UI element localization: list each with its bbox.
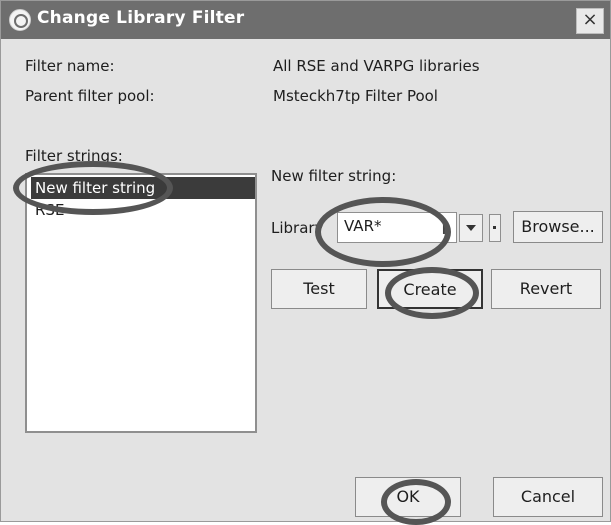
library-label: Library bbox=[271, 219, 324, 237]
dialog-icon bbox=[9, 9, 31, 31]
library-input-value: VAR* bbox=[344, 217, 382, 235]
browse-button[interactable]: Browse... bbox=[513, 211, 603, 243]
test-button[interactable]: Test bbox=[271, 269, 367, 309]
ok-button-label: OK bbox=[396, 487, 420, 506]
new-filter-string-label: New filter string: bbox=[271, 167, 397, 185]
ok-button[interactable]: OK bbox=[355, 477, 461, 517]
filter-strings-list[interactable]: New filter string RSE bbox=[25, 173, 257, 433]
filter-name-value: All RSE and VARPG libraries bbox=[273, 57, 480, 75]
create-button[interactable]: Create bbox=[377, 269, 483, 309]
list-item-new-filter-string[interactable]: New filter string bbox=[31, 177, 255, 199]
parent-filter-pool-label: Parent filter pool: bbox=[25, 87, 155, 105]
library-combo-input[interactable]: VAR* I bbox=[337, 212, 457, 243]
ibeam-cursor-icon: I bbox=[441, 215, 447, 239]
change-library-filter-dialog: Change Library Filter × Filter name: All… bbox=[0, 0, 611, 525]
browse-button-label: Browse... bbox=[521, 217, 595, 236]
combo-spin-button[interactable] bbox=[489, 214, 501, 242]
revert-button-label: Revert bbox=[519, 279, 573, 298]
chevron-down-icon[interactable] bbox=[459, 214, 483, 242]
cancel-button-label: Cancel bbox=[520, 487, 576, 506]
revert-button[interactable]: Revert bbox=[491, 269, 601, 309]
list-item-rse[interactable]: RSE bbox=[31, 199, 68, 221]
filter-name-label: Filter name: bbox=[25, 57, 115, 75]
title-bar: Change Library Filter × bbox=[1, 1, 610, 39]
filter-strings-label: Filter strings: bbox=[25, 147, 123, 165]
parent-filter-pool-value: Msteckh7tp Filter Pool bbox=[273, 87, 438, 105]
dialog-title: Change Library Filter bbox=[37, 8, 245, 28]
test-button-label: Test bbox=[303, 279, 335, 298]
close-button[interactable]: × bbox=[576, 8, 604, 34]
create-button-label: Create bbox=[403, 280, 457, 299]
cancel-button[interactable]: Cancel bbox=[493, 477, 603, 517]
